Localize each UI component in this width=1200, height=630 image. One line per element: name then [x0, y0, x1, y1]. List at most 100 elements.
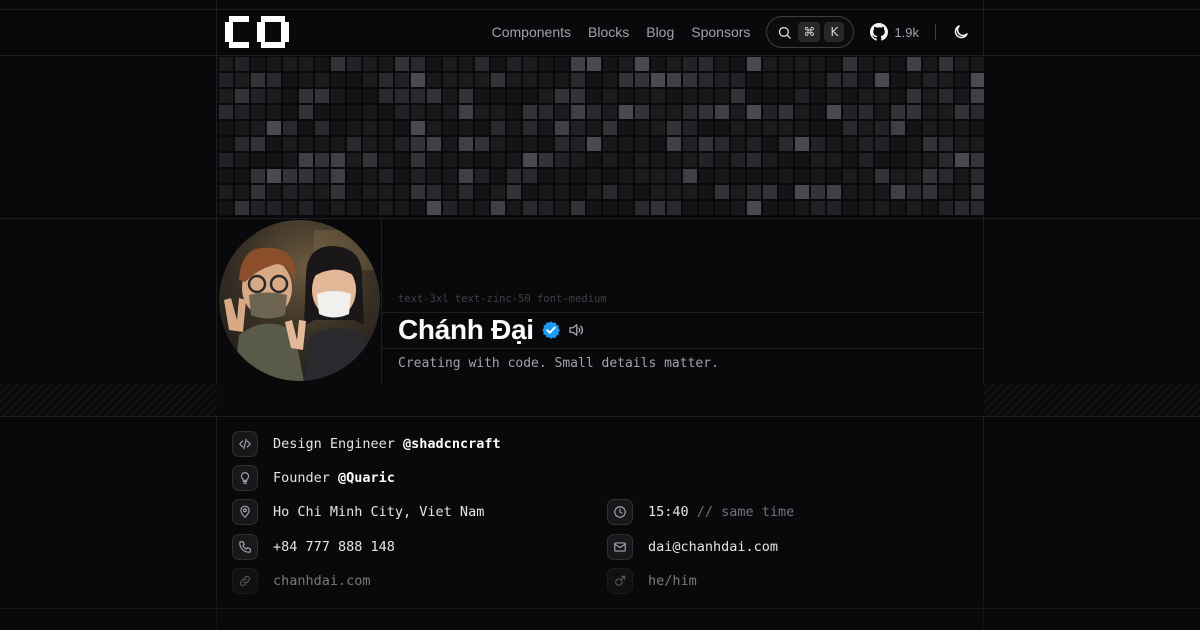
pixel-cell — [891, 121, 905, 135]
pixel-cell — [811, 89, 825, 103]
pixel-cell — [779, 201, 793, 215]
pixel-cell — [715, 89, 729, 103]
pixel-cell — [507, 169, 521, 183]
pixel-cell — [379, 89, 393, 103]
pixel-cell — [683, 57, 697, 71]
pixel-cell — [347, 73, 361, 87]
bottom-fade — [0, 560, 1200, 630]
search-button[interactable]: ⌘ K — [766, 16, 855, 48]
pixel-cell — [443, 185, 457, 199]
pixel-cell — [859, 89, 873, 103]
moon-icon[interactable] — [952, 23, 970, 41]
pixel-cell — [267, 169, 281, 183]
pixel-cell — [923, 153, 937, 167]
pixel-cell — [443, 201, 457, 215]
pixel-cell — [619, 121, 633, 135]
pixel-cell — [427, 121, 441, 135]
pixel-cell — [955, 185, 969, 199]
pixel-cell — [395, 185, 409, 199]
pixel-cell — [219, 121, 233, 135]
pixel-cell — [811, 57, 825, 71]
nav-sponsors[interactable]: Sponsors — [691, 24, 750, 40]
pixel-cell — [283, 105, 297, 119]
pixel-cell — [843, 73, 857, 87]
pixel-cell — [523, 105, 537, 119]
speaker-icon[interactable] — [567, 321, 585, 339]
pixel-cell — [587, 89, 601, 103]
phone-link[interactable]: +84 777 888 148 — [273, 539, 395, 555]
pixel-cell — [347, 201, 361, 215]
pixel-cell — [315, 105, 329, 119]
pixel-cell — [347, 105, 361, 119]
pixel-cell — [699, 57, 713, 71]
pixel-cell — [843, 89, 857, 103]
pixel-cell — [491, 57, 505, 71]
website-link[interactable]: chanhdai.com — [273, 573, 371, 589]
company-link-quaric[interactable]: @Quaric — [338, 470, 395, 486]
pixel-cell — [731, 169, 745, 183]
pixel-cell — [459, 105, 473, 119]
pixel-cell — [955, 201, 969, 215]
pixel-cell — [571, 169, 585, 183]
pixel-cell — [635, 89, 649, 103]
pixel-cell — [683, 73, 697, 87]
pixel-cell — [507, 137, 521, 151]
pixel-cell — [555, 89, 569, 103]
pixel-cell — [459, 121, 473, 135]
pixel-cell — [283, 185, 297, 199]
pixel-cell — [843, 137, 857, 151]
pixel-cell — [523, 185, 537, 199]
pixel-cell — [475, 89, 489, 103]
pixel-cell — [251, 153, 265, 167]
pixel-cell — [347, 169, 361, 183]
nav-components[interactable]: Components — [492, 24, 571, 40]
pixel-cell — [715, 169, 729, 183]
cmd-key: ⌘ — [798, 22, 821, 42]
pixel-cell — [891, 89, 905, 103]
pixel-cell — [827, 169, 841, 183]
logo-mark[interactable] — [225, 16, 289, 48]
pixel-cell — [331, 185, 345, 199]
info-icon-box — [232, 499, 258, 525]
nav-blog[interactable]: Blog — [646, 24, 674, 40]
pixel-cell — [955, 153, 969, 167]
pixel-cell — [699, 121, 713, 135]
pixel-cell — [587, 169, 601, 183]
pixel-cell — [267, 201, 281, 215]
pixel-cell — [555, 137, 569, 151]
pixel-cell — [699, 185, 713, 199]
pixel-cell — [523, 201, 537, 215]
company-link-shadcncraft[interactable]: @shadcncraft — [403, 436, 501, 452]
pixel-cell — [299, 57, 313, 71]
pixel-cell — [363, 73, 377, 87]
pixel-cell — [891, 185, 905, 199]
pixel-cell — [763, 201, 777, 215]
pixel-cell — [843, 169, 857, 183]
pixel-cell — [811, 201, 825, 215]
mars-icon — [615, 575, 626, 586]
github-link[interactable]: 1.9k — [870, 23, 919, 41]
pixel-cell — [219, 89, 233, 103]
pixel-cell — [363, 137, 377, 151]
pixel-cell — [299, 73, 313, 87]
pixel-cell — [859, 121, 873, 135]
pixel-cell — [907, 105, 921, 119]
pixel-cell — [843, 153, 857, 167]
pixel-cell — [555, 73, 569, 87]
pixel-cell — [315, 73, 329, 87]
pixel-cell — [587, 105, 601, 119]
pixel-cell — [427, 57, 441, 71]
email-link[interactable]: dai@chanhdai.com — [648, 539, 778, 555]
pixel-grid-banner — [217, 55, 984, 218]
nav-blocks[interactable]: Blocks — [588, 24, 629, 40]
guide-line — [381, 218, 382, 384]
pixel-cell — [891, 153, 905, 167]
lightbulb-icon — [240, 472, 250, 484]
k-key: K — [824, 22, 845, 42]
nav-divider — [935, 24, 936, 40]
local-time: 15:40 — [648, 504, 689, 520]
pixel-cell — [507, 153, 521, 167]
pixel-cell — [571, 137, 585, 151]
pixel-cell — [299, 169, 313, 183]
pixel-cell — [699, 169, 713, 183]
